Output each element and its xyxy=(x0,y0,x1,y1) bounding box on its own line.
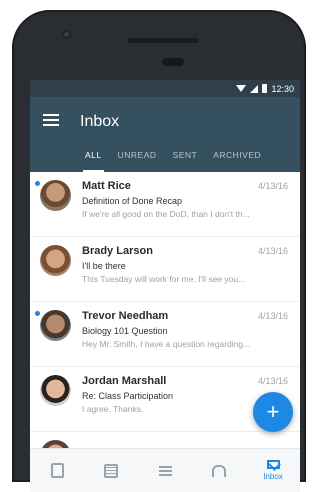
message-list: Matt Rice 4/13/16 Definition of Done Rec… xyxy=(30,172,300,492)
book-icon xyxy=(50,463,64,478)
message-date: 4/13/16 xyxy=(257,246,288,256)
nav-item-calendar[interactable] xyxy=(84,449,138,492)
bottom-nav: Inbox xyxy=(30,448,300,492)
status-time: 12:30 xyxy=(271,83,294,94)
message-date: 4/13/16 xyxy=(257,376,288,386)
sender-name: Matt Rice xyxy=(82,180,131,192)
front-camera xyxy=(62,30,71,39)
message-subject: Definition of Done Recap xyxy=(82,196,183,206)
wifi-icon xyxy=(236,85,247,92)
nav-item-book[interactable] xyxy=(30,449,84,492)
message-date: 4/13/16 xyxy=(257,181,288,191)
message-subject: I'll be there xyxy=(82,261,126,271)
sender-name: Jordan Marshall xyxy=(82,375,167,387)
app-bar: Inbox ALL UNREAD SENT ARCHIVED xyxy=(30,97,300,172)
battery-icon xyxy=(262,84,268,93)
message-preview: If we're all good on the DoD, than I don… xyxy=(82,209,250,219)
tab-bar: ALL UNREAD SENT ARCHIVED xyxy=(30,139,300,172)
message-date: 4/13/16 xyxy=(257,311,288,321)
sender-name: Brady Larson xyxy=(82,245,153,257)
message-subject: Re: Class Participation xyxy=(82,391,174,401)
list-icon xyxy=(158,465,172,476)
tab-sent[interactable]: SENT xyxy=(173,139,198,172)
avatar xyxy=(40,245,71,276)
message-preview: This Tuesday will work for me. I'll see … xyxy=(82,274,246,284)
message-row[interactable]: Brady Larson 4/13/16 I'll be there This … xyxy=(30,237,300,302)
mail-icon xyxy=(266,460,280,469)
nav-item-inbox[interactable]: Inbox xyxy=(246,449,300,492)
sender-name: Trevor Needham xyxy=(82,310,169,322)
message-preview: Hey Mr. Smith, I have a question regardi… xyxy=(82,339,251,349)
menu-icon[interactable] xyxy=(43,114,59,126)
status-bar: 12:30 xyxy=(30,80,300,97)
avatar xyxy=(40,375,71,406)
phone-frame: 12:30 Inbox ALL UNREAD SENT ARCHIVED Mat… xyxy=(12,10,306,492)
sensor-grille xyxy=(162,58,184,66)
nav-label-inbox: Inbox xyxy=(263,472,283,481)
message-row[interactable]: Trevor Needham 4/13/16 Biology 101 Quest… xyxy=(30,302,300,367)
plus-icon: + xyxy=(266,399,280,424)
bell-icon xyxy=(212,464,226,477)
calendar-icon xyxy=(104,463,118,478)
unread-dot-icon xyxy=(35,181,40,186)
avatar xyxy=(40,180,71,211)
message-subject: Biology 101 Question xyxy=(82,326,168,336)
message-row[interactable]: Matt Rice 4/13/16 Definition of Done Rec… xyxy=(30,172,300,237)
app-screen: 12:30 Inbox ALL UNREAD SENT ARCHIVED Mat… xyxy=(30,80,300,492)
earpiece-speaker xyxy=(127,38,199,43)
tab-all[interactable]: ALL xyxy=(83,139,104,172)
unread-dot-icon xyxy=(35,311,40,316)
tab-unread[interactable]: UNREAD xyxy=(118,139,157,172)
page-title: Inbox xyxy=(80,113,120,130)
compose-button[interactable]: + xyxy=(253,392,293,432)
avatar xyxy=(40,310,71,341)
nav-item-notifications[interactable] xyxy=(192,449,246,492)
signal-icon xyxy=(250,84,259,93)
tab-archived[interactable]: ARCHIVED xyxy=(213,139,261,172)
nav-item-list[interactable] xyxy=(138,449,192,492)
